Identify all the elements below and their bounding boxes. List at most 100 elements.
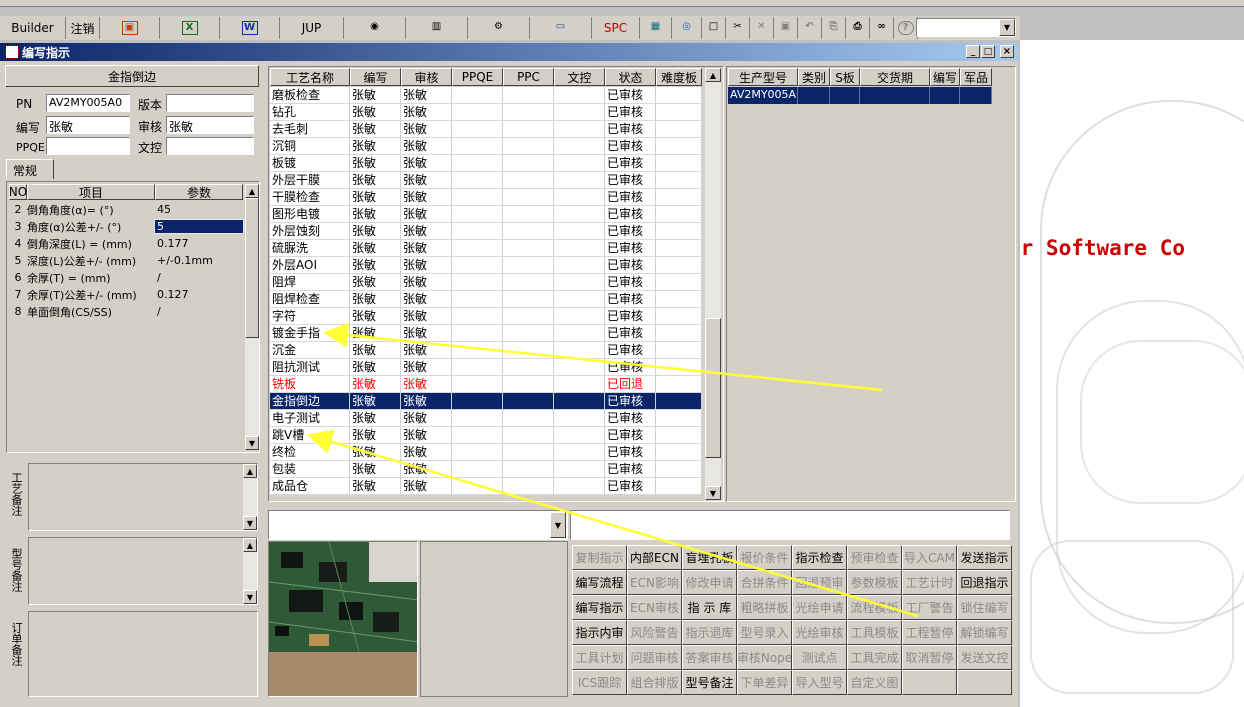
action-button[interactable]: 回退指示: [957, 570, 1012, 595]
action-button[interactable]: 编写流程: [572, 570, 627, 595]
jup-button[interactable]: JUP: [280, 17, 344, 39]
production-header-cell[interactable]: S板: [830, 68, 860, 86]
minimize-button[interactable]: _: [966, 45, 980, 58]
find-button[interactable]: ∞: [870, 17, 894, 39]
scroll-thumb[interactable]: [705, 318, 721, 458]
table-row[interactable]: 字符 张敏 张敏 已审核: [270, 308, 702, 325]
action-button[interactable]: 回退预审: [792, 570, 847, 595]
action-button[interactable]: 指示检查: [792, 545, 847, 570]
process-header-cell[interactable]: PPQE: [452, 68, 503, 86]
action-button[interactable]: 合拼条件: [737, 570, 792, 595]
param-row[interactable]: 2 倒角角度(α)= (°) 45: [9, 201, 243, 218]
process-header-cell[interactable]: 文控: [554, 68, 605, 86]
action-button[interactable]: 解锁编写: [957, 620, 1012, 645]
process-memo-field[interactable]: ▲ ▼: [28, 463, 258, 531]
undo-button[interactable]: ↶: [798, 17, 822, 39]
process-header-cell[interactable]: 编写: [350, 68, 401, 86]
table-row[interactable]: 沉铜 张敏 张敏 已审核: [270, 138, 702, 155]
table-row[interactable]: 磨板检查 张敏 张敏 已审核: [270, 87, 702, 104]
order-memo-field[interactable]: [28, 611, 258, 697]
action-button[interactable]: 指示内审: [572, 620, 627, 645]
param-value[interactable]: /: [155, 271, 243, 284]
action-button[interactable]: 答案审核: [682, 645, 737, 670]
action-button[interactable]: 自定义图: [847, 670, 902, 695]
table-row[interactable]: 成品仓 张敏 张敏 已审核: [270, 478, 702, 495]
action-button[interactable]: 发送指示: [957, 545, 1012, 570]
production-header-cell[interactable]: 军品: [960, 68, 992, 86]
action-button[interactable]: 参数模板: [847, 570, 902, 595]
scroll-up-icon[interactable]: ▲: [243, 538, 257, 552]
action-button[interactable]: 审核Nope: [737, 645, 792, 670]
ppqe-field[interactable]: [46, 137, 130, 155]
action-button[interactable]: 取消暂停: [902, 645, 957, 670]
production-header-cell[interactable]: 类别: [798, 68, 830, 86]
table-row[interactable]: 铣板 张敏 张敏 已回退: [270, 376, 702, 393]
tab-general[interactable]: 常规: [6, 159, 54, 179]
param-row[interactable]: 8 单面倒角(CS/SS) /: [9, 303, 243, 320]
action-button[interactable]: 预审检查: [847, 545, 902, 570]
spc-button[interactable]: SPC: [592, 17, 640, 39]
table-row[interactable]: 跳V槽 张敏 张敏 已审核: [270, 427, 702, 444]
action-button[interactable]: 光绘审核: [792, 620, 847, 645]
logout-button[interactable]: 注销: [66, 17, 100, 39]
table-row[interactable]: 外层蚀刻 张敏 张敏 已审核: [270, 223, 702, 240]
memo1-scrollbar[interactable]: ▲ ▼: [243, 464, 257, 530]
param-row[interactable]: 5 深度(L)公差+/- (mm) +/-0.1mm: [9, 252, 243, 269]
model-memo-field[interactable]: ▲ ▼: [28, 537, 258, 605]
scroll-down-icon[interactable]: ▼: [243, 590, 257, 604]
scroll-down-icon[interactable]: ▼: [705, 486, 721, 500]
action-button[interactable]: 工程暂停: [902, 620, 957, 645]
maximize-button[interactable]: □: [981, 45, 995, 58]
process-header-cell[interactable]: 工艺名称: [270, 68, 350, 86]
action-button[interactable]: 盲埋孔板: [682, 545, 737, 570]
table-row[interactable]: 图形电镀 张敏 张敏 已审核: [270, 206, 702, 223]
author-field[interactable]: 张敏: [46, 116, 130, 134]
action-button[interactable]: ICS跟踪: [572, 670, 627, 695]
production-header-cell[interactable]: 编写: [930, 68, 960, 86]
doc-control-field[interactable]: [166, 137, 254, 155]
process-header-cell[interactable]: 状态: [605, 68, 656, 86]
scroll-down-icon[interactable]: ▼: [243, 516, 257, 530]
action-button[interactable]: 光绘申请: [792, 595, 847, 620]
table-row[interactable]: 阻焊检查 张敏 张敏 已审核: [270, 291, 702, 308]
table-row[interactable]: 干膜检查 张敏 张敏 已审核: [270, 189, 702, 206]
params-header-cell[interactable]: 项目: [27, 184, 155, 200]
process-combo[interactable]: ▼: [268, 510, 568, 540]
table-row[interactable]: 外层AOI 张敏 张敏 已审核: [270, 257, 702, 274]
action-button[interactable]: 测试点: [792, 645, 847, 670]
save-button[interactable]: ▣: [774, 17, 798, 39]
table-row[interactable]: 去毛刺 张敏 张敏 已审核: [270, 121, 702, 138]
action-button[interactable]: 发送文控: [957, 645, 1012, 670]
action-button[interactable]: 导入CAM: [902, 545, 957, 570]
table-row[interactable]: 金指倒边 张敏 张敏 已审核: [270, 393, 702, 410]
table-row[interactable]: AV2MY005A0: [728, 87, 992, 104]
action-button[interactable]: 工具模板: [847, 620, 902, 645]
toolbar-combo[interactable]: ▼: [916, 18, 1016, 37]
remark-input[interactable]: [570, 510, 1010, 540]
table-row[interactable]: 硫脲洗 张敏 张敏 已审核: [270, 240, 702, 257]
param-row[interactable]: 4 倒角深度(L) = (mm) 0.177: [9, 235, 243, 252]
process-header-cell[interactable]: PPC: [503, 68, 554, 86]
view-button[interactable]: ◉: [344, 17, 406, 39]
param-value[interactable]: 45: [155, 203, 243, 216]
action-button[interactable]: 报价条件: [737, 545, 792, 570]
action-button[interactable]: 导入型号: [792, 670, 847, 695]
action-button[interactable]: ECN影响: [627, 570, 682, 595]
param-value[interactable]: 0.177: [155, 237, 243, 250]
scroll-up-icon[interactable]: ▲: [245, 184, 259, 198]
process-header-cell[interactable]: 难度板: [656, 68, 702, 86]
table-row[interactable]: 钻孔 张敏 张敏 已审核: [270, 104, 702, 121]
calc-button[interactable]: ▦: [640, 17, 672, 39]
database-button[interactable]: ▥: [406, 17, 468, 39]
param-value[interactable]: 0.127: [155, 288, 243, 301]
scroll-up-icon[interactable]: ▲: [705, 68, 721, 82]
tools-button[interactable]: ⚙: [468, 17, 530, 39]
table-row[interactable]: 阻抗测试 张敏 张敏 已审核: [270, 359, 702, 376]
browser-button[interactable]: ◎: [672, 17, 702, 39]
table-row[interactable]: 沉金 张敏 张敏 已审核: [270, 342, 702, 359]
print-button[interactable]: ⎙: [846, 17, 870, 39]
cut-button[interactable]: ✂: [726, 17, 750, 39]
table-row[interactable]: 外层干膜 张敏 张敏 已审核: [270, 172, 702, 189]
action-button[interactable]: 型号录入: [737, 620, 792, 645]
param-row[interactable]: 6 余厚(T) = (mm) /: [9, 269, 243, 286]
